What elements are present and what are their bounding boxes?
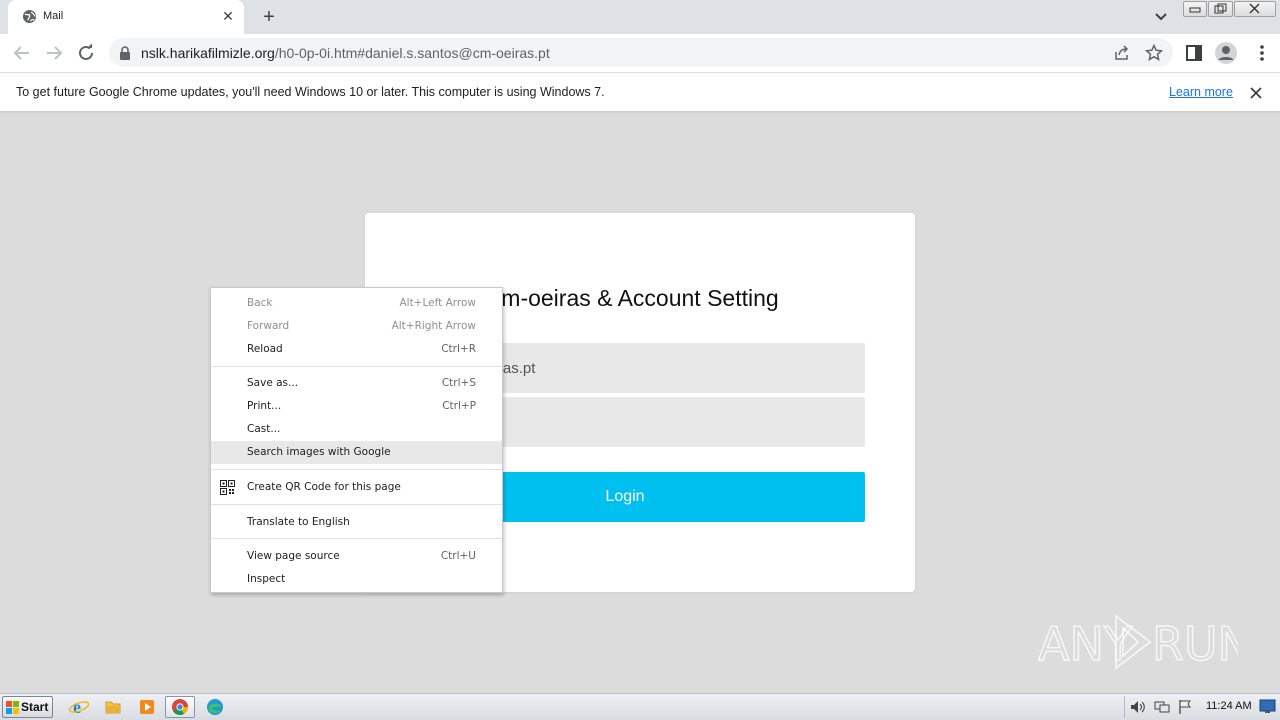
menu-item-shortcut: Alt+Right Arrow: [391, 320, 476, 332]
tab-close-icon[interactable]: ✕: [220, 8, 236, 24]
action-center-flag-icon[interactable]: [1177, 699, 1193, 715]
share-icon[interactable]: [1113, 44, 1131, 62]
menu-item-back[interactable]: Back Alt+Left Arrow: [211, 292, 502, 315]
back-arrow-icon[interactable]: [11, 42, 33, 64]
forward-arrow-icon[interactable]: [43, 42, 65, 64]
start-label: Start: [21, 700, 49, 714]
menu-item-create-qr-code[interactable]: Create QR Code for this page: [211, 476, 502, 499]
tab-title: Mail: [43, 10, 64, 22]
new-tab-button[interactable]: +: [259, 7, 279, 27]
infobar-close-icon[interactable]: [1248, 85, 1264, 101]
menu-item-shortcut: Ctrl+P: [442, 400, 476, 412]
menu-separator: [211, 538, 502, 539]
address-bar[interactable]: nslk.harikafilmizle.org/h0-0p-0i.htm#dan…: [109, 38, 1173, 67]
reload-icon[interactable]: [75, 42, 97, 64]
menu-item-inspect[interactable]: Inspect: [211, 568, 502, 591]
start-button[interactable]: Start: [2, 696, 53, 718]
taskbar-edge[interactable]: [200, 696, 230, 718]
taskbar-file-explorer[interactable]: [98, 696, 128, 718]
show-desktop-icon[interactable]: [1259, 698, 1276, 715]
infobar-message: To get future Google Chrome updates, you…: [16, 85, 605, 99]
menu-separator: [211, 504, 502, 505]
menu-item-label: Cast...: [247, 423, 281, 435]
menu-item-search-images[interactable]: Search images with Google: [211, 441, 502, 464]
update-infobar: To get future Google Chrome updates, you…: [0, 72, 1280, 112]
restore-button[interactable]: [1208, 1, 1233, 17]
windows-logo-icon: [6, 701, 19, 714]
url-path: /h0-0p-0i.htm#daniel.s.santos@cm-oeiras.…: [274, 45, 550, 61]
watermark-text-any: ANY: [1038, 617, 1133, 671]
menu-item-forward[interactable]: Forward Alt+Right Arrow: [211, 315, 502, 338]
system-tray: [1124, 696, 1198, 718]
bookmark-star-icon[interactable]: [1145, 44, 1163, 62]
menu-item-label: Reload: [247, 343, 283, 355]
chrome-icon: [172, 699, 188, 715]
menu-item-view-source[interactable]: View page source Ctrl+U: [211, 545, 502, 568]
menu-item-translate[interactable]: Translate to English: [211, 511, 502, 534]
edge-icon: [207, 699, 223, 715]
menu-item-label: Save as...: [247, 377, 299, 389]
menu-separator: [211, 469, 502, 470]
url-host: nslk.harikafilmizle.org: [141, 45, 275, 61]
menu-item-label: Translate to English: [247, 516, 350, 528]
globe-icon: [22, 9, 37, 24]
menu-item-label: Forward: [247, 320, 290, 332]
menu-item-save-as[interactable]: Save as... Ctrl+S: [211, 372, 502, 395]
more-menu-icon[interactable]: [1252, 43, 1272, 63]
media-player-icon: [140, 700, 154, 714]
menu-item-label: Search images with Google: [247, 446, 391, 458]
taskbar-clock[interactable]: 11:24 AM: [1206, 700, 1252, 712]
context-menu: Back Alt+Left Arrow Forward Alt+Right Ar…: [210, 287, 503, 593]
menu-item-label: View page source: [247, 550, 340, 562]
windows-taskbar: Start e 11:24 AM: [0, 693, 1280, 720]
menu-item-shortcut: Ctrl+U: [440, 550, 476, 562]
watermark-text-run: RUN: [1152, 617, 1238, 671]
menu-separator: [211, 366, 502, 367]
menu-item-label: Inspect: [247, 573, 286, 585]
menu-item-label: Create QR Code for this page: [247, 481, 401, 493]
learn-more-link[interactable]: Learn more: [1169, 85, 1233, 99]
tab-search-chevron-icon[interactable]: [1151, 8, 1171, 26]
tab-mail[interactable]: Mail ✕: [8, 0, 244, 34]
file-explorer-icon: [105, 701, 121, 714]
menu-item-print[interactable]: Print... Ctrl+P: [211, 395, 502, 418]
menu-item-shortcut: Ctrl+R: [441, 343, 476, 355]
internet-explorer-icon: e: [68, 697, 90, 717]
qr-code-icon: [220, 480, 235, 495]
menu-item-shortcut: Ctrl+S: [441, 377, 476, 389]
menu-item-label: Back: [247, 297, 273, 309]
network-icon[interactable]: [1153, 699, 1171, 715]
side-panel-icon[interactable]: [1184, 43, 1204, 63]
url-text[interactable]: nslk.harikafilmizle.org/h0-0p-0i.htm#dan…: [141, 45, 550, 61]
menu-item-cast[interactable]: Cast...: [211, 418, 502, 441]
page-viewport: m-oeiras & Account Setting Login: [0, 113, 1280, 693]
anyrun-watermark: ANY RUN: [1038, 614, 1238, 672]
menu-item-label: Print...: [247, 400, 282, 412]
menu-item-shortcut: Alt+Left Arrow: [399, 297, 476, 309]
volume-icon[interactable]: [1129, 699, 1147, 715]
minimize-button[interactable]: [1183, 1, 1207, 17]
menu-item-reload[interactable]: Reload Ctrl+R: [211, 338, 502, 361]
lock-icon[interactable]: [119, 46, 131, 60]
browser-toolbar: nslk.harikafilmizle.org/h0-0p-0i.htm#dan…: [0, 34, 1280, 72]
taskbar-chrome[interactable]: [165, 696, 195, 718]
profile-avatar-icon[interactable]: [1214, 41, 1238, 65]
tab-strip: Mail ✕ +: [0, 0, 1280, 34]
svg-text:e: e: [73, 697, 81, 717]
taskbar-internet-explorer[interactable]: e: [64, 696, 94, 718]
close-window-button[interactable]: [1234, 1, 1276, 17]
taskbar-media-player[interactable]: [132, 696, 162, 718]
